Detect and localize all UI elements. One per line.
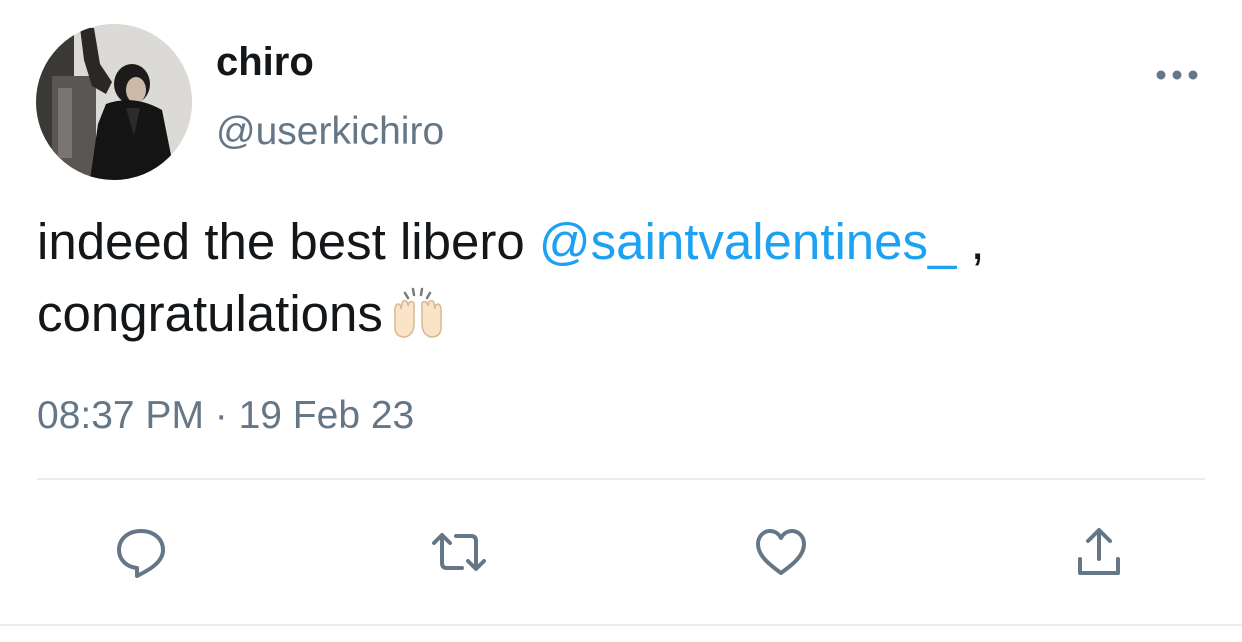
more-options-button[interactable]: [1150, 58, 1204, 92]
reply-icon: [117, 529, 165, 578]
bottom-divider: [0, 624, 1242, 626]
retweet-button[interactable]: [428, 522, 490, 582]
tweet-timestamp[interactable]: 08:37 PM · 19 Feb 23: [37, 392, 414, 440]
tweet-text-line2: congratulations: [37, 285, 383, 342]
share-icon: [1078, 528, 1120, 575]
raising-hands-emoji-icon: [389, 285, 447, 341]
more-icon: [1156, 70, 1198, 80]
mention-link[interactable]: @saintvalentines_: [539, 213, 957, 270]
divider: [37, 478, 1205, 480]
retweet-icon: [432, 533, 486, 571]
heart-icon: [756, 529, 806, 575]
tweet-text: indeed the best libero @saintvalentines_…: [37, 206, 1217, 350]
reply-button[interactable]: [110, 522, 172, 582]
avatar-photo: [36, 24, 192, 180]
tweet-text-end: ,: [956, 213, 985, 270]
user-handle[interactable]: @userkichiro: [216, 108, 444, 156]
display-name[interactable]: chiro: [216, 38, 314, 86]
avatar[interactable]: [36, 24, 192, 180]
share-button[interactable]: [1068, 522, 1130, 582]
like-button[interactable]: [750, 522, 812, 582]
tweet-text-start: indeed the best libero: [37, 213, 539, 270]
